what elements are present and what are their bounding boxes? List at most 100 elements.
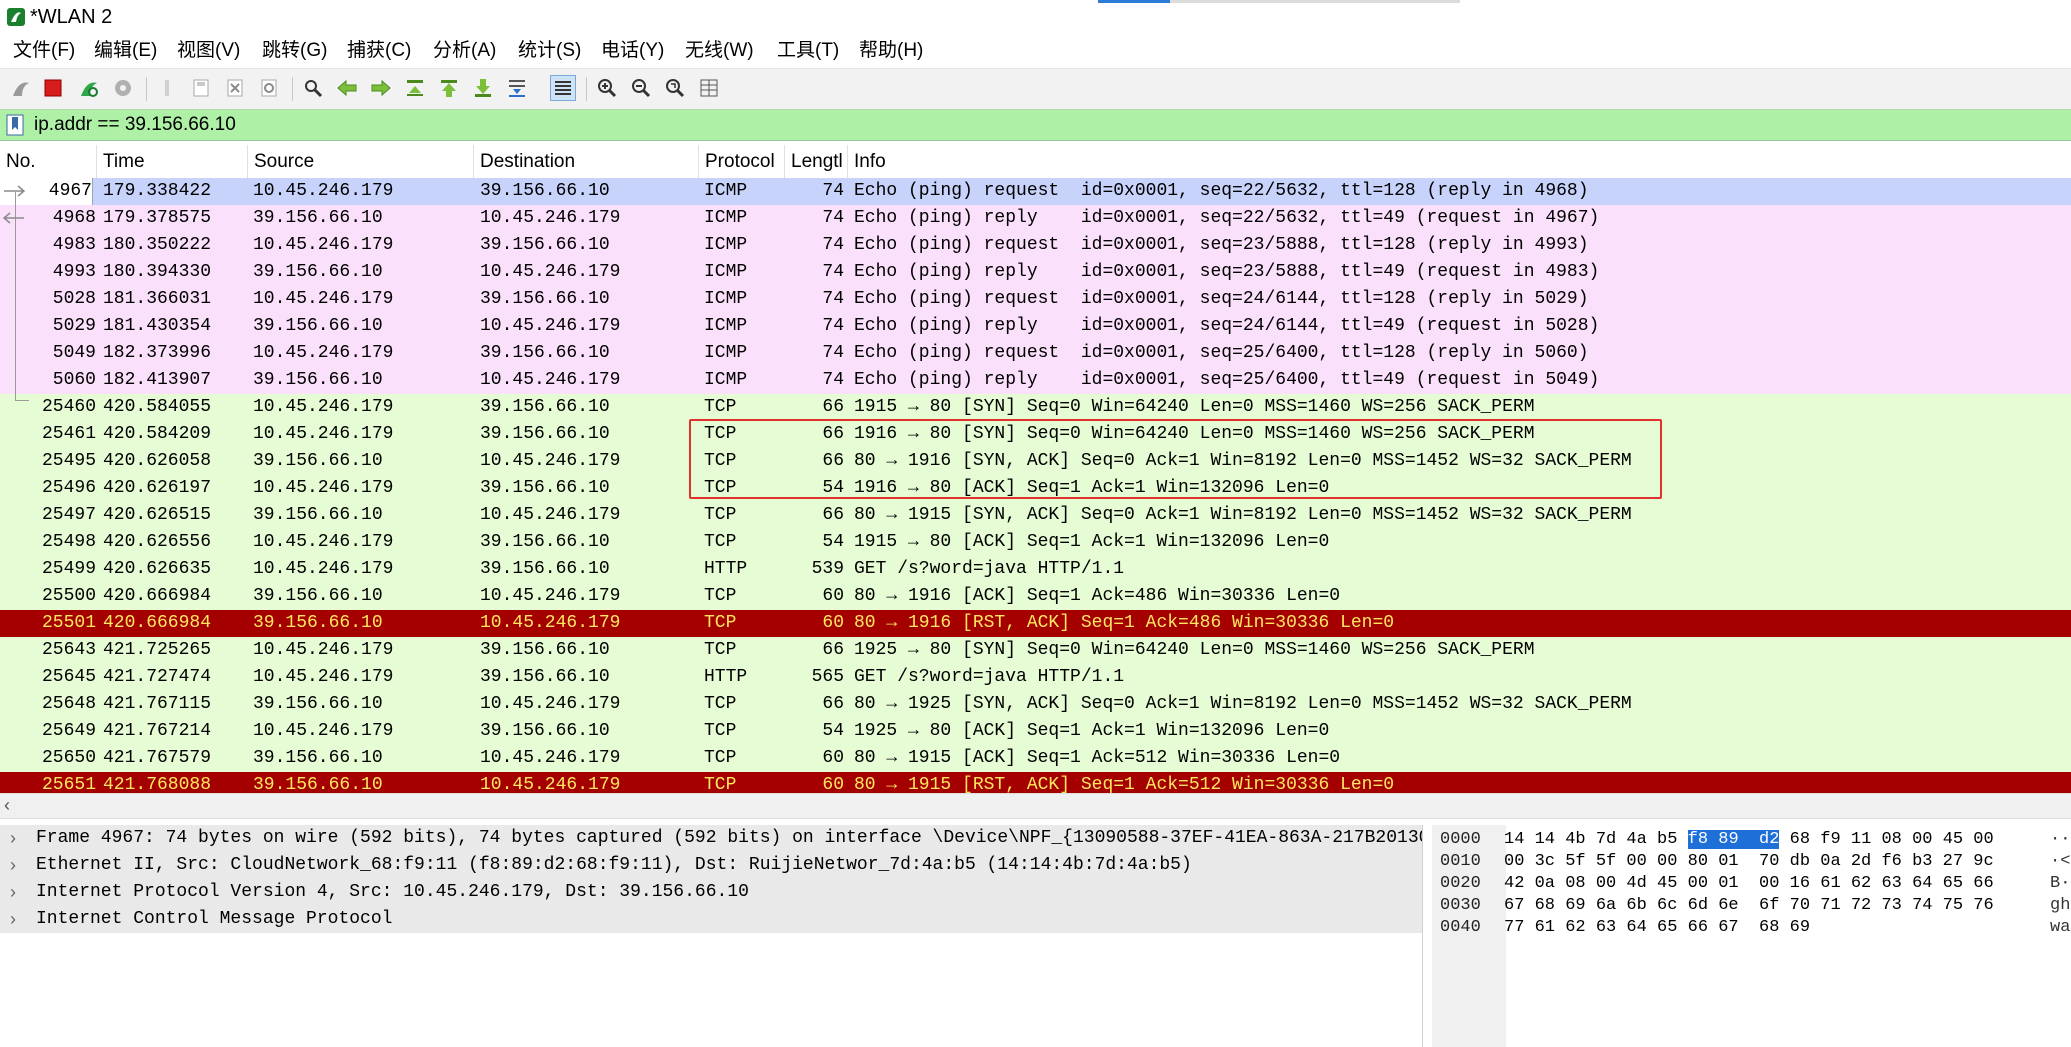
packet-row[interactable]: 25651 421.768088 39.156.66.10 10.45.246.179…: [0, 772, 2071, 793]
packet-protocol: TCP: [704, 505, 737, 525]
bytes-hex-text: 77 61 62 63 64 65 66 67 68 69: [1504, 918, 1811, 937]
column-header-source[interactable]: Source: [248, 145, 474, 178]
bookmark-icon[interactable]: [6, 114, 24, 136]
restart-capture-icon[interactable]: [76, 75, 102, 101]
packet-row[interactable]: 25648 421.767115 39.156.66.10 10.45.246.179…: [0, 691, 2071, 718]
packet-length: 60: [822, 586, 844, 606]
go-to-packet-icon[interactable]: [402, 75, 428, 101]
expand-chevron-icon[interactable]: ›: [10, 906, 16, 933]
packet-row[interactable]: 25498 420.626556 10.45.246.179 39.156.66.10…: [0, 529, 2071, 556]
bytes-offset: 0040: [1440, 918, 1481, 937]
bytes-row[interactable]: 0020 42 0a 08 00 4d 45 00 01 00 16 61 62 …: [1432, 873, 2071, 895]
detail-ipv4[interactable]: › Internet Protocol Version 4, Src: 10.45…: [0, 879, 1422, 906]
colorize-icon[interactable]: [550, 75, 576, 101]
packet-row[interactable]: 4993 180.394330 39.156.66.10 10.45.246.179 I…: [0, 259, 2071, 286]
packet-row[interactable]: 25645 421.727474 10.45.246.179 39.156.66.10…: [0, 664, 2071, 691]
packet-protocol: ICMP: [704, 181, 748, 201]
packet-no: 25650: [41, 748, 96, 768]
packet-row[interactable]: 5028 181.366031 10.45.246.179 39.156.66.10 I…: [0, 286, 2071, 313]
packet-info: 80 → 1915 [SYN, ACK] Seq=0 Ack=1 Win=819…: [854, 505, 1632, 525]
packet-length: 66: [822, 505, 844, 525]
menu-statistics[interactable]: 统计(S): [518, 38, 581, 64]
open-file-icon[interactable]: [154, 75, 180, 101]
packet-row[interactable]: 4967 179.338422 10.45.246.179 39.156.66.10 I…: [0, 178, 2071, 206]
packet-source: 39.156.66.10: [253, 613, 383, 633]
column-header-protocol[interactable]: Protocol: [699, 145, 785, 178]
menu-view[interactable]: 视图(V): [177, 38, 240, 64]
toolbar-separator: [146, 77, 147, 101]
packet-no: 25497: [41, 505, 96, 525]
zoom-in-icon[interactable]: [594, 75, 620, 101]
reload-file-icon[interactable]: [256, 75, 282, 101]
expand-chevron-icon[interactable]: ›: [10, 852, 16, 879]
packet-row[interactable]: 25649 421.767214 10.45.246.179 39.156.66.10…: [0, 718, 2071, 745]
packet-destination: 39.156.66.10: [480, 721, 610, 741]
go-last-packet-icon[interactable]: [470, 75, 496, 101]
menu-file[interactable]: 文件(F): [13, 38, 75, 64]
tab-strip: [1170, 0, 1460, 3]
packet-length: 74: [822, 370, 844, 390]
packet-protocol: TCP: [704, 613, 737, 633]
active-tab-indicator: [1098, 0, 1170, 3]
bytes-row[interactable]: 0010 00 3c 5f 5f 00 00 80 01 70 db 0a 2d …: [1432, 851, 2071, 873]
packet-row[interactable]: 25500 420.666984 39.156.66.10 10.45.246.179…: [0, 583, 2071, 610]
display-filter-input[interactable]: [34, 112, 2054, 138]
packet-row[interactable]: 5060 182.413907 39.156.66.10 10.45.246.179 I…: [0, 367, 2071, 394]
find-packet-icon[interactable]: [300, 75, 326, 101]
packet-row[interactable]: 25643 421.725265 10.45.246.179 39.156.66.10…: [0, 637, 2071, 664]
column-header-time[interactable]: Time: [97, 145, 248, 178]
save-file-icon[interactable]: [188, 75, 214, 101]
packet-row[interactable]: 5049 182.373996 10.45.246.179 39.156.66.10 I…: [0, 340, 2071, 367]
menu-go[interactable]: 跳转(G): [262, 38, 327, 64]
column-header-info[interactable]: Info: [848, 145, 2071, 178]
menu-wireless[interactable]: 无线(W): [685, 38, 754, 64]
shark-fin-start-icon[interactable]: [8, 75, 34, 101]
bytes-row[interactable]: 0030 67 68 69 6a 6b 6c 6d 6e 6f 70 71 72 …: [1432, 895, 2071, 917]
packet-protocol: ICMP: [704, 208, 748, 228]
packet-list-hscroll[interactable]: ‹: [0, 793, 2071, 819]
packet-info: Echo (ping) request id=0x0001, seq=25/64…: [854, 343, 1589, 363]
packet-source: 39.156.66.10: [253, 748, 383, 768]
menu-telephony[interactable]: 电话(Y): [601, 38, 664, 64]
packet-destination: 10.45.246.179: [480, 748, 621, 768]
bytes-row[interactable]: 0040 77 61 62 63 64 65 66 67 68 69 wa: [1432, 917, 2071, 939]
packet-row[interactable]: 25501 420.666984 39.156.66.10 10.45.246.179…: [0, 610, 2071, 637]
packet-row[interactable]: 4983 180.350222 10.45.246.179 39.156.66.10 I…: [0, 232, 2071, 259]
detail-icmp[interactable]: › Internet Control Message Protocol: [0, 906, 1422, 933]
packet-row[interactable]: 25499 420.626635 10.45.246.179 39.156.66.10…: [0, 556, 2071, 583]
packet-row[interactable]: 4968 179.378575 39.156.66.10 10.45.246.179 I…: [0, 205, 2071, 232]
go-back-icon[interactable]: [334, 75, 360, 101]
packet-row[interactable]: 25497 420.626515 39.156.66.10 10.45.246.179…: [0, 502, 2071, 529]
packet-row[interactable]: 25650 421.767579 39.156.66.10 10.45.246.179…: [0, 745, 2071, 772]
scroll-left-icon[interactable]: ‹: [4, 795, 10, 816]
go-first-packet-icon[interactable]: [436, 75, 462, 101]
capture-options-icon[interactable]: [110, 75, 136, 101]
expand-chevron-icon[interactable]: ›: [10, 825, 16, 852]
expand-chevron-icon[interactable]: ›: [10, 879, 16, 906]
menu-tools[interactable]: 工具(T): [777, 38, 839, 64]
column-header-length[interactable]: Lengtl: [785, 145, 848, 178]
auto-scroll-icon[interactable]: [504, 75, 530, 101]
normal-size-icon[interactable]: [662, 75, 688, 101]
go-forward-icon[interactable]: [368, 75, 394, 101]
resize-columns-icon[interactable]: [696, 75, 722, 101]
menu-help[interactable]: 帮助(H): [859, 38, 923, 64]
menu-analyze[interactable]: 分析(A): [433, 38, 496, 64]
packet-info: 80 → 1925 [SYN, ACK] Seq=0 Ack=1 Win=819…: [854, 694, 1632, 714]
column-header-destination[interactable]: Destination: [474, 145, 699, 178]
menu-edit[interactable]: 编辑(E): [94, 38, 157, 64]
menu-capture[interactable]: 捕获(C): [347, 38, 411, 64]
packet-row[interactable]: 5029 181.430354 39.156.66.10 10.45.246.179 I…: [0, 313, 2071, 340]
column-header-no[interactable]: No.: [0, 145, 97, 178]
detail-ethernet[interactable]: › Ethernet II, Src: CloudNetwork_68:f9:11…: [0, 852, 1422, 879]
bytes-row[interactable]: 0000 14 14 4b 7d 4a b5 f8 89 d2 68 f9 11 …: [1432, 829, 2071, 851]
zoom-out-icon[interactable]: [628, 75, 654, 101]
close-file-icon[interactable]: [222, 75, 248, 101]
bytes-ascii: ··: [2050, 830, 2071, 849]
packet-row[interactable]: 25460 420.584055 10.45.246.179 39.156.66.10…: [0, 394, 2071, 421]
packet-no: 25648: [41, 694, 96, 714]
packet-source: 10.45.246.179: [253, 235, 394, 255]
packet-source: 10.45.246.179: [253, 532, 394, 552]
detail-frame[interactable]: › Frame 4967: 74 bytes on wire (592 bits)…: [0, 825, 1422, 852]
stop-capture-icon[interactable]: [40, 75, 66, 101]
